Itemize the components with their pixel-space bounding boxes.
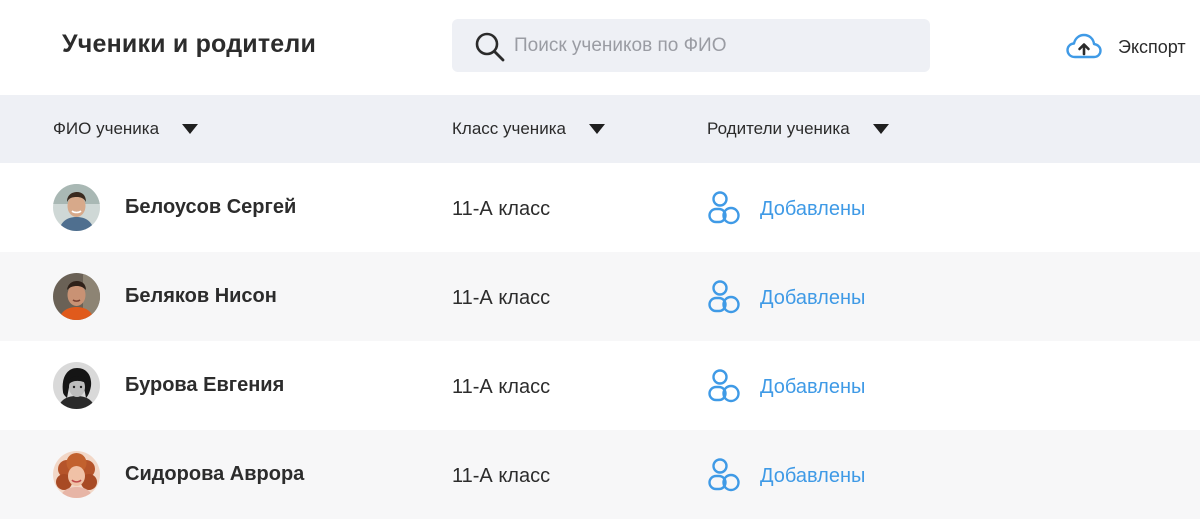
search-box[interactable] (452, 19, 930, 72)
table-row[interactable]: Сидорова Аврора 11-А класс Добавлены (0, 430, 1200, 519)
student-class: 11-А класс (452, 465, 551, 487)
column-header-class[interactable]: Класс ученика (452, 95, 606, 163)
parents-link[interactable]: Добавлены (707, 457, 897, 493)
table-header: ФИО ученика Класс ученика Родители учени… (0, 95, 1200, 163)
column-header-label: Родители ученика (707, 119, 850, 138)
export-label: Экспорт (1118, 37, 1186, 57)
woman-curly-hair-avatar (53, 451, 100, 498)
page-title: Ученики и родители (62, 30, 317, 58)
export-button[interactable]: Экспорт (1066, 32, 1200, 62)
student-name[interactable]: Сидорова Аврора (125, 463, 304, 486)
table-row[interactable]: Беляков Нисон 11-А класс Добавлены (0, 252, 1200, 341)
column-header-label: ФИО ученика (53, 119, 160, 138)
parents-link[interactable]: Добавлены (707, 368, 897, 404)
student-class: 11-А класс (452, 198, 551, 220)
man-orange-shirt-avatar (53, 273, 100, 320)
parents-icon (708, 458, 740, 492)
cloud-upload-icon (1066, 33, 1102, 59)
parents-link[interactable]: Добавлены (707, 279, 897, 315)
column-header-parents[interactable]: Родители ученика (707, 95, 890, 163)
parents-status: Добавлены (760, 287, 866, 309)
student-class: 11-А класс (452, 376, 551, 398)
student-name[interactable]: Беляков Нисон (125, 285, 277, 308)
man-smiling-avatar (53, 184, 100, 231)
parents-status: Добавлены (760, 198, 866, 220)
search-icon (475, 32, 505, 62)
student-name[interactable]: Бурова Евгения (125, 374, 284, 397)
parents-status: Добавлены (760, 465, 866, 487)
caret-down-icon (182, 124, 199, 134)
caret-down-icon (588, 124, 605, 134)
page-header: Ученики и родители Экспорт (0, 0, 1200, 95)
student-class: 11-А класс (452, 287, 551, 309)
search-input[interactable] (514, 19, 914, 72)
column-header-name[interactable]: ФИО ученика (53, 95, 199, 163)
parents-icon (708, 280, 740, 314)
caret-down-icon (872, 124, 889, 134)
table-body: Белоусов Сергей 11-А класс Добавлены Бел… (0, 163, 1200, 519)
column-header-label: Класс ученика (452, 119, 566, 138)
woman-bw-avatar (53, 362, 100, 409)
student-name[interactable]: Белоусов Сергей (125, 196, 296, 219)
table-row[interactable]: Бурова Евгения 11-А класс Добавлены (0, 341, 1200, 430)
table-row[interactable]: Белоусов Сергей 11-А класс Добавлены (0, 163, 1200, 252)
parents-icon (708, 369, 740, 403)
parents-icon (708, 191, 740, 225)
parents-link[interactable]: Добавлены (707, 190, 897, 226)
parents-status: Добавлены (760, 376, 866, 398)
